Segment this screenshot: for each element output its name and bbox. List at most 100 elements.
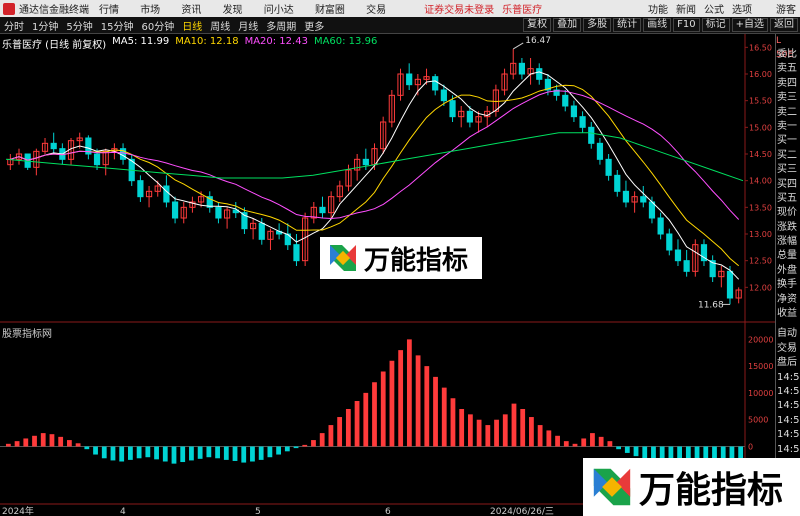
candle-body [319, 206, 326, 214]
chart-tools: 复权 叠加 多股 统计 画线 F10 标记 +自选 返回 [521, 18, 798, 32]
watermark-badge-center: 万能指标 [320, 237, 482, 279]
candle-body [449, 100, 456, 118]
panel-head: L 50E [776, 36, 794, 60]
menu-item-discover[interactable]: 发现 [223, 5, 243, 16]
period-60min[interactable]: 60分钟 [137, 18, 178, 33]
watermark-text-corner: 万能指标 [639, 470, 784, 511]
quote-field-17: 净资 [777, 293, 797, 305]
trade-time-6: 14:56 [777, 414, 800, 426]
candle-body [683, 260, 690, 272]
quote-field-10: 买五 [777, 192, 797, 204]
period-more[interactable]: 更多 [300, 18, 328, 33]
candle-body [93, 153, 101, 166]
candle-body [622, 190, 630, 203]
app-logo-icon [3, 2, 15, 15]
watermark-logo-icon [593, 468, 631, 506]
time-axis-label: 2024/06/26/三 [490, 507, 554, 516]
tool-back[interactable]: 返回 [770, 18, 798, 32]
tool-mark[interactable]: 标记 [701, 18, 730, 32]
candle-body [466, 110, 473, 123]
time-axis-label: 6 [385, 507, 391, 516]
time-axis-label: 2024年 [2, 505, 34, 516]
period-multi[interactable]: 多周期 [262, 18, 300, 33]
time-axis-label: 5 [255, 507, 261, 516]
period-15min[interactable]: 15分钟 [97, 18, 138, 33]
candle-body [614, 174, 621, 192]
price-axis-label: 15.50 [749, 97, 772, 106]
period-weekly[interactable]: 周线 [206, 18, 234, 33]
quote-field-15: 外盘 [777, 264, 797, 276]
price-axis-label: 15.00 [749, 123, 772, 132]
candle-body [50, 142, 57, 150]
candle-body [536, 68, 543, 80]
time-axis-label: 4 [120, 507, 126, 516]
quote-field-4: 卖二 [777, 106, 797, 118]
trade-time-0: 自动 [777, 328, 797, 340]
candle-body [362, 158, 369, 166]
period-monthly[interactable]: 月线 [234, 18, 262, 33]
menu-item-trade[interactable]: 交易 [366, 5, 386, 16]
menu-item-function[interactable]: 功能 [648, 1, 668, 16]
menu-item-wealth[interactable]: 财富圈 [315, 5, 345, 16]
menu-item-options[interactable]: 选项 [732, 1, 752, 16]
candle-body [163, 185, 170, 203]
title-right-menu: 功能 新闻 公式 选项 游客 [640, 1, 796, 16]
price-axis-label: 12.50 [749, 257, 772, 266]
candle-body [293, 244, 300, 262]
candle-body [640, 196, 647, 203]
quote-field-2: 卖四 [777, 77, 797, 89]
menu-item-news[interactable]: 资讯 [181, 5, 201, 16]
high-marker-line [512, 42, 524, 50]
menu-item-quotes[interactable]: 行情 [99, 5, 119, 16]
price-axis-label: 13.50 [749, 203, 772, 212]
price-axis-label: 12.00 [749, 283, 772, 292]
quote-field-13: 涨幅 [777, 236, 797, 248]
tool-add-watchlist[interactable]: +自选 [731, 18, 768, 32]
watermark-logo-icon [330, 245, 356, 271]
period-intraday[interactable]: 分时 [0, 18, 28, 33]
indicator-axis-label: 5000 [748, 416, 768, 425]
candle-body [562, 94, 569, 107]
tool-adjust[interactable]: 复权 [523, 18, 552, 32]
quote-field-18: 收益 [777, 308, 797, 320]
period-daily[interactable]: 日线 [178, 18, 206, 33]
trade-time-4: 14:56 [777, 385, 800, 397]
indicator-title: 股票指标网 [2, 329, 52, 340]
indicator-axis-label: 0 [748, 443, 753, 452]
menu-item-headlines[interactable]: 新闻 [676, 1, 696, 16]
candle-body [596, 142, 604, 160]
price-axis-label: 14.00 [749, 177, 772, 186]
candle-body [588, 126, 595, 144]
menu-item-formula[interactable]: 公式 [704, 1, 724, 16]
quote-field-14: 总量 [777, 250, 797, 262]
menu-item-ask[interactable]: 问小达 [264, 5, 294, 16]
trade-time-7: 14:56 [777, 429, 800, 441]
tool-f10[interactable]: F10 [673, 18, 700, 32]
trade-time-1: 交易 [777, 342, 797, 354]
candle-body [171, 201, 179, 219]
trade-time-3: 14:56 [777, 371, 800, 383]
candle-body [137, 180, 144, 198]
menu-item-market[interactable]: 市场 [140, 5, 160, 16]
tool-draw[interactable]: 画线 [643, 18, 672, 32]
tool-statistics[interactable]: 统计 [613, 18, 642, 32]
legend-ma5: MA5: 11.99 [112, 36, 170, 47]
login-notice[interactable]: 证券交易未登录 [424, 1, 494, 16]
price-axis-label: 14.50 [749, 150, 772, 159]
ma-legend: 乐普医疗 (日线 前复权) MA5: 11.99 MA10: 12.18 MA2… [2, 36, 377, 51]
candle-body [215, 206, 222, 219]
guest-user[interactable]: 游客 [776, 1, 796, 16]
tool-overlay[interactable]: 叠加 [553, 18, 582, 32]
legend-ma60: MA60: 13.96 [313, 36, 378, 47]
quote-field-1: 卖五 [777, 63, 797, 75]
legend-ma10: MA10: 12.18 [175, 36, 239, 47]
candle-body [666, 233, 673, 251]
candle-body [570, 105, 578, 118]
period-1min[interactable]: 1分钟 [28, 18, 62, 33]
watermark-text-center: 万能指标 [364, 245, 469, 276]
indicator-axis-label: 15000 [748, 362, 773, 371]
tool-multi-stock[interactable]: 多股 [583, 18, 612, 32]
candle-body [406, 73, 413, 86]
period-5min[interactable]: 5分钟 [62, 18, 96, 33]
candle-body [657, 217, 664, 235]
